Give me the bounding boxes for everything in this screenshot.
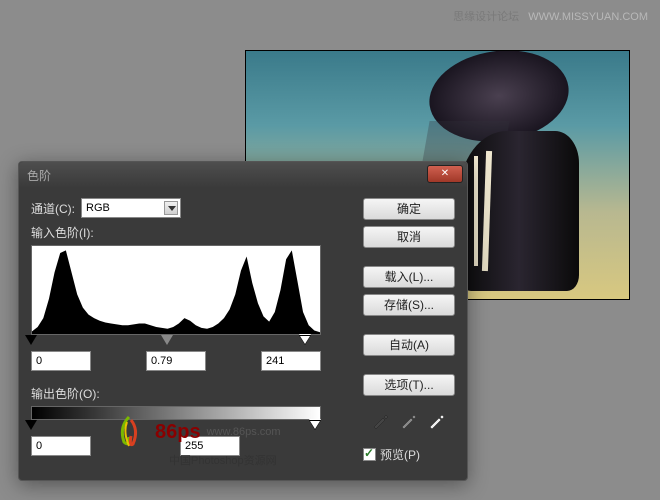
close-button[interactable]: ✕ xyxy=(427,165,463,183)
highlight-input[interactable]: 241 xyxy=(261,351,321,371)
shadow-input[interactable]: 0 xyxy=(31,351,91,371)
channel-select[interactable]: RGB xyxy=(81,198,181,218)
logo-icon xyxy=(109,412,149,452)
load-button[interactable]: 载入(L)... xyxy=(363,266,455,288)
logo-brand: 86ps xyxy=(155,421,201,444)
cancel-button[interactable]: 取消 xyxy=(363,226,455,248)
histogram-chart xyxy=(32,246,320,334)
histogram xyxy=(31,245,321,335)
eyedropper-white-icon[interactable] xyxy=(427,410,447,430)
eyedropper-gray-icon[interactable] xyxy=(399,410,419,430)
options-button[interactable]: 选项(T)... xyxy=(363,374,455,396)
preview-checkbox[interactable] xyxy=(363,448,376,461)
midtone-slider[interactable] xyxy=(161,335,173,345)
chevron-down-icon xyxy=(164,201,178,215)
channel-label: 通道(C): xyxy=(31,200,75,217)
preview-label: 预览(P) xyxy=(380,446,420,463)
output-low-input[interactable]: 0 xyxy=(31,436,91,456)
levels-dialog: 色阶 ✕ 通道(C): RGB 输入色阶(I): xyxy=(18,161,468,481)
logo-url: www.86ps.com xyxy=(207,426,281,438)
save-button[interactable]: 存储(S)... xyxy=(363,294,455,316)
dialog-titlebar[interactable]: 色阶 ✕ xyxy=(19,162,467,188)
logo-watermark: 86ps www.86ps.com xyxy=(109,412,281,452)
midtone-input[interactable]: 0.79 xyxy=(146,351,206,371)
highlight-slider[interactable] xyxy=(299,335,311,345)
eyedropper-black-icon[interactable] xyxy=(371,410,391,430)
ok-button[interactable]: 确定 xyxy=(363,198,455,220)
dialog-title: 色阶 xyxy=(27,167,51,184)
output-high-slider[interactable] xyxy=(309,420,321,430)
shadow-slider[interactable] xyxy=(25,335,37,345)
logo-subtitle: 中国Photoshop资源网 xyxy=(169,452,277,468)
auto-button[interactable]: 自动(A) xyxy=(363,334,455,356)
output-levels-label: 输出色阶(O): xyxy=(31,385,351,402)
input-slider-track[interactable] xyxy=(31,337,321,347)
output-low-slider[interactable] xyxy=(25,420,37,430)
watermark: 思缘设计论坛 WWW.MISSYUAN.COM xyxy=(453,8,648,24)
input-levels-label: 输入色阶(I): xyxy=(31,224,351,241)
